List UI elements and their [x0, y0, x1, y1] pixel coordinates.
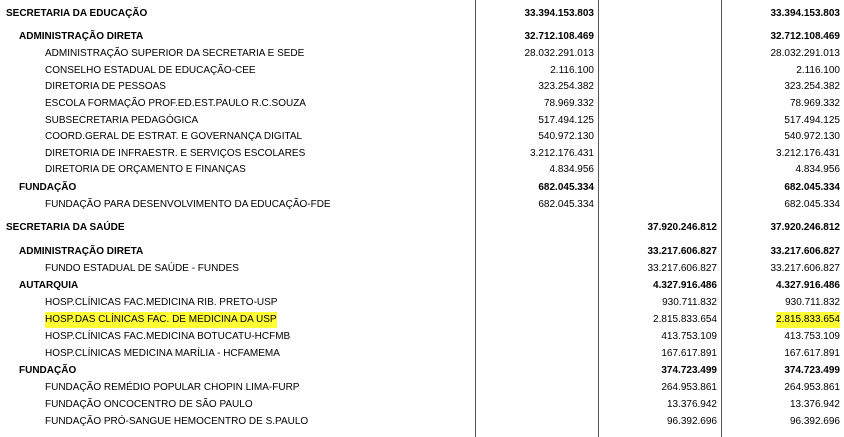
row-value-c3: 374.723.499: [784, 365, 840, 376]
row-value-c2: 264.953.861: [661, 382, 717, 393]
table-row: FUNDAÇÃO 374.723.499 374.723.499: [0, 363, 844, 379]
row-value-c2: 33.217.606.827: [647, 246, 717, 257]
row-value-c1: 3.212.176.431: [530, 148, 594, 159]
table-row: SECRETARIA DA EDUCAÇÃO 33.394.153.803 33.3…: [0, 6, 844, 22]
row-value-c3: 540.972.130: [784, 131, 840, 142]
table-row: FUNDO ESTADUAL DE SAÚDE - FUNDES 33.217.6…: [0, 261, 844, 277]
row-value-c2: 4.327.916.486: [653, 280, 717, 291]
row-label: SECRETARIA DA EDUCAÇÃO: [6, 8, 148, 19]
row-value-c3: 96.392.696: [789, 416, 840, 427]
row-value-c3: 4.834.956: [795, 164, 841, 175]
row-label: FUNDO ESTADUAL DE SAÚDE - FUNDES: [45, 263, 239, 274]
table-row: ADMINISTRAÇÃO SUPERIOR DA SECRETARIA E S…: [0, 46, 844, 62]
row-value-c3: 413.753.109: [784, 331, 840, 342]
row-value-c3: 78.969.332: [789, 98, 840, 109]
row-label: SUBSECRETARIA PEDAGÓGICA: [45, 115, 199, 126]
row-value-c1: 28.032.291.013: [524, 48, 594, 59]
row-label: HOSP.CLÍNICAS MEDICINA MARÍLIA - HCFAMEM…: [45, 348, 280, 359]
row-value-c3: 33.217.606.827: [770, 246, 840, 257]
table-row: FUNDAÇÃO 682.045.334 682.045.334: [0, 180, 844, 196]
row-label: FUNDAÇÃO ONCOCENTRO DE SÃO PAULO: [45, 399, 253, 410]
row-label: HOSP.CLÍNICAS FAC.MEDICINA RIB. PRETO-US…: [45, 297, 278, 308]
table-row: ADMINISTRAÇÃO DIRETA 33.217.606.827 33.217…: [0, 244, 844, 260]
row-label: FUNDAÇÃO PARA DESENVOLVIMENTO DA EDUCAÇÃ…: [45, 199, 331, 210]
row-value-c1: 540.972.130: [538, 131, 594, 142]
table-row: HOSP.DAS CLÍNICAS FAC. DE MEDICINA DA US…: [0, 312, 844, 328]
table-row: SECRETARIA DA SAÚDE 37.920.246.812 37.920.…: [0, 220, 844, 236]
row-value-c2: 413.753.109: [661, 331, 717, 342]
row-value-c3: 28.032.291.013: [770, 48, 840, 59]
row-value-c3: 3.212.176.431: [776, 148, 840, 159]
row-value-c1: 323.254.382: [538, 81, 594, 92]
table-row: AUTARQUIA 4.327.916.486 4.327.916.486: [0, 278, 844, 294]
row-label: ADMINISTRAÇÃO SUPERIOR DA SECRETARIA E S…: [45, 48, 305, 59]
row-value-c3: 517.494.125: [784, 115, 840, 126]
row-value-c3: 33.394.153.803: [770, 8, 840, 19]
row-value-c3: 37.920.246.812: [770, 222, 840, 233]
table-row: HOSP.CLÍNICAS FAC.MEDICINA BOTUCATU-HCFM…: [0, 329, 844, 345]
table-row: DIRETORIA DE INFRAESTR. E SERVIÇOS ESCOL…: [0, 146, 844, 162]
row-value-c3: 33.217.606.827: [770, 263, 840, 274]
row-label: DIRETORIA DE PESSOAS: [45, 81, 166, 92]
row-value-c2: 96.392.696: [666, 416, 717, 427]
row-value-c3: 13.376.942: [789, 399, 840, 410]
row-value-c2: 930.711.832: [662, 297, 717, 308]
table-row: HOSP.CLÍNICAS MEDICINA MARÍLIA - HCFAMEM…: [0, 346, 844, 362]
row-value-c2: 37.920.246.812: [647, 222, 717, 233]
table-row: CONSELHO ESTADUAL DE EDUCAÇÃO-CEE 2.116.1…: [0, 63, 844, 79]
row-value-c3: 167.617.891: [784, 348, 840, 359]
row-value-c1: 2.116.100: [550, 65, 594, 76]
row-label: FUNDAÇÃO: [19, 182, 77, 193]
table-row: FUNDAÇÃO REMÉDIO POPULAR CHOPIN LIMA-FUR…: [0, 380, 844, 396]
row-label: CONSELHO ESTADUAL DE EDUCAÇÃO-CEE: [45, 65, 256, 76]
row-label: ESCOLA FORMAÇÃO PROF.ED.EST.PAULO R.C.SO…: [45, 98, 306, 109]
row-value-c3: 682.045.334: [784, 182, 840, 193]
row-label: FUNDAÇÃO PRÓ-SANGUE HEMOCENTRO DE S.PAUL…: [45, 416, 309, 427]
row-value-c2: 167.617.891: [661, 348, 717, 359]
row-label: FUNDAÇÃO REMÉDIO POPULAR CHOPIN LIMA-FUR…: [45, 382, 300, 393]
row-value-c3: 682.045.334: [784, 199, 840, 210]
table-row: ESCOLA FORMAÇÃO PROF.ED.EST.PAULO R.C.SO…: [0, 96, 844, 112]
row-value-c3: 4.327.916.486: [776, 280, 840, 291]
row-value-c2: 33.217.606.827: [647, 263, 717, 274]
row-label: HOSP.CLÍNICAS FAC.MEDICINA BOTUCATU-HCFM…: [45, 331, 291, 342]
row-value-c1: 682.045.334: [538, 182, 594, 193]
row-value-c3: 930.711.832: [785, 297, 840, 308]
row-value-c1: 78.969.332: [543, 98, 594, 109]
row-value-c1: 4.834.956: [549, 164, 595, 175]
table-row: ADMINISTRAÇÃO DIRETA 32.712.108.469 32.712…: [0, 29, 844, 45]
table-row: SUBSECRETARIA PEDAGÓGICA 517.494.125 517.4…: [0, 113, 844, 129]
table-row: DIRETORIA DE ORÇAMENTO E FINANÇAS 4.834.9…: [0, 162, 844, 178]
row-value-c1: 682.045.334: [538, 199, 594, 210]
table-row: FUNDAÇÃO PARA DESENVOLVIMENTO DA EDUCAÇÃ…: [0, 197, 844, 213]
row-value-c2: 13.376.942: [666, 399, 717, 410]
row-label: HOSP.DAS CLÍNICAS FAC. DE MEDICINA DA US…: [45, 312, 277, 328]
row-value-c1: 32.712.108.469: [524, 31, 594, 42]
row-label: DIRETORIA DE ORÇAMENTO E FINANÇAS: [45, 164, 246, 175]
table-row: HOSP.CLÍNICAS FAC.MEDICINA RIB. PRETO-US…: [0, 295, 844, 311]
row-value-c3: 2.116.100: [796, 65, 840, 76]
row-value-c1: 33.394.153.803: [524, 8, 594, 19]
row-label: AUTARQUIA: [19, 280, 79, 291]
row-value-c3: 2.815.833.654: [776, 312, 840, 328]
row-value-c2: 374.723.499: [661, 365, 717, 376]
row-label: FUNDAÇÃO: [19, 365, 77, 376]
table-row: FUNDAÇÃO ONCOCENTRO DE SÃO PAULO 13.376.9…: [0, 397, 844, 413]
row-label: ADMINISTRAÇÃO DIRETA: [19, 31, 144, 42]
row-value-c3: 32.712.108.469: [770, 31, 840, 42]
row-value-c2: 2.815.833.654: [653, 314, 717, 325]
row-label: ADMINISTRAÇÃO DIRETA: [19, 246, 144, 257]
row-label: COORD.GERAL DE ESTRAT. E GOVERNANÇA DIGI…: [45, 131, 303, 142]
row-value-c1: 517.494.125: [538, 115, 594, 126]
row-label: DIRETORIA DE INFRAESTR. E SERVIÇOS ESCOL…: [45, 148, 306, 159]
row-value-c3: 323.254.382: [784, 81, 840, 92]
row-label: SECRETARIA DA SAÚDE: [6, 222, 125, 233]
table-row: COORD.GERAL DE ESTRAT. E GOVERNANÇA DIGI…: [0, 129, 844, 145]
table-row: FUNDAÇÃO PRÓ-SANGUE HEMOCENTRO DE S.PAUL…: [0, 414, 844, 430]
table-row: DIRETORIA DE PESSOAS 323.254.382 323.254.3…: [0, 79, 844, 95]
row-value-c3: 264.953.861: [784, 382, 840, 393]
